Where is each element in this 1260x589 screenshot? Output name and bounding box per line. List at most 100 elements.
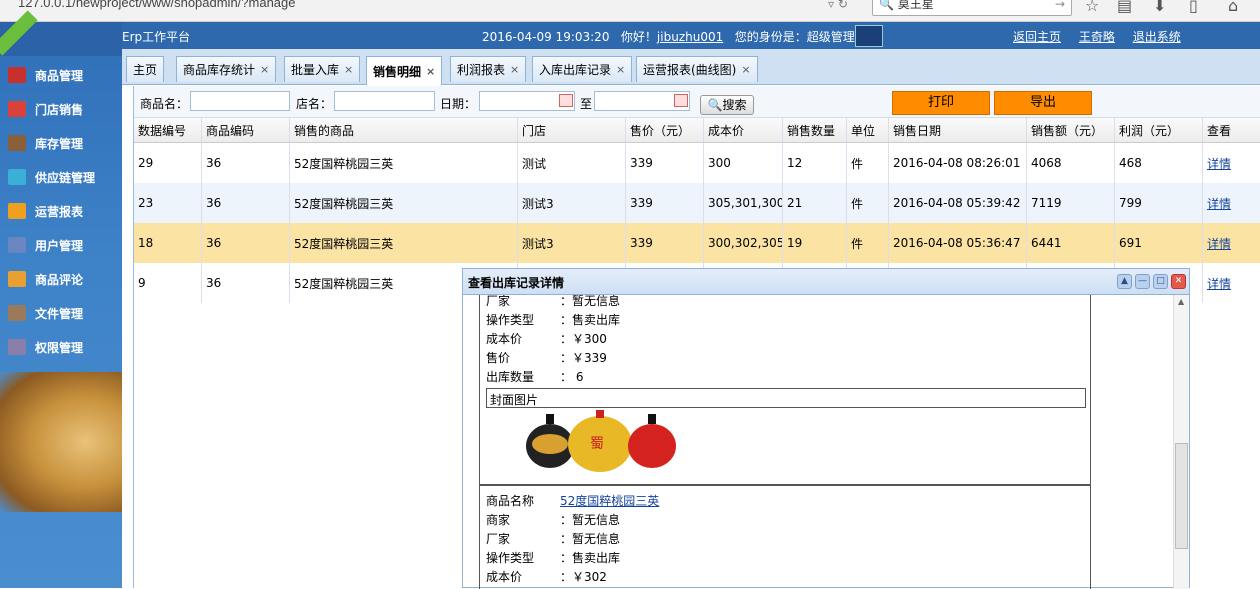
column-header[interactable]: 单位: [847, 118, 889, 142]
detail-link[interactable]: 详情: [1207, 195, 1231, 212]
table-cell: 691: [1115, 223, 1203, 263]
star-icon[interactable]: ☆: [1085, 0, 1099, 15]
column-header[interactable]: 查看: [1203, 118, 1260, 142]
profile-link[interactable]: 王奇略: [1079, 30, 1115, 44]
tab-label: 批量入库: [291, 63, 340, 77]
tab-bar: 主页 商品库存统计 × 批量入库 × 销售明细 × 利润报表 × 入库出库记录 × 运营报表(曲线图)…: [122, 49, 1260, 85]
reload-icon[interactable]: ▿ ↻: [828, 0, 848, 11]
bookmarks-icon[interactable]: ▤: [1117, 0, 1132, 15]
table-row[interactable]: 29 36 52度国粹桃园三英 测试 339 300 12 件 2016-04-08 08:26…: [134, 143, 1260, 183]
field-value: ：￥302: [560, 570, 607, 584]
comment-icon: [8, 271, 26, 287]
record-card: 商品名称 52度国粹桃园三英 商家 ：暂无信息 厂家 ：暂无信息 操作类型 ：售卖出库 成本价…: [479, 485, 1091, 589]
sidebar-item-label: 供应链管理: [35, 170, 96, 185]
tab[interactable]: 入库出库记录 ×: [532, 56, 633, 82]
search-button[interactable]: 🔍搜索: [700, 95, 754, 115]
close-tab-icon[interactable]: ×: [510, 63, 519, 76]
table-cell: 2016-04-08 08:26:01: [889, 143, 1027, 183]
role-text: 您的身份是：超级管理员: [734, 30, 867, 44]
calendar-icon[interactable]: [559, 94, 573, 107]
sidebar-item[interactable]: 商品管理: [8, 64, 120, 86]
column-header[interactable]: 商品编码: [202, 118, 290, 142]
table-cell: 36: [202, 223, 290, 263]
tab[interactable]: 利润报表 ×: [450, 56, 527, 82]
sidebar-item[interactable]: 门店销售: [8, 98, 120, 120]
sidebar-item[interactable]: 文件管理: [8, 302, 120, 324]
logout-link[interactable]: 退出系统: [1133, 30, 1181, 44]
close-tab-icon[interactable]: ×: [616, 63, 625, 76]
username-link[interactable]: jibuzhu001: [657, 30, 723, 44]
table-cell: 52度国粹桃园三英: [290, 143, 518, 183]
column-header[interactable]: 利润（元）: [1115, 118, 1203, 142]
table-cell: 36: [202, 183, 290, 223]
column-header[interactable]: 销售的商品: [290, 118, 518, 142]
table-cell: 测试3: [518, 183, 626, 223]
collapse-icon[interactable]: ▲: [1117, 274, 1132, 289]
scroll-up-icon[interactable]: ▲: [1178, 297, 1184, 306]
sidebar-item[interactable]: 库存管理: [8, 132, 120, 154]
print-button[interactable]: 打印: [892, 91, 990, 115]
scrollbar[interactable]: ▲: [1173, 295, 1189, 589]
tab[interactable]: 批量入库 ×: [284, 56, 361, 82]
product-name-input[interactable]: [190, 91, 290, 111]
column-header[interactable]: 成本价: [704, 118, 783, 142]
user-icon: [8, 237, 26, 253]
close-tab-icon[interactable]: ×: [260, 63, 269, 76]
magnifier-icon: 🔍: [707, 98, 723, 112]
detail-link[interactable]: 详情: [1207, 275, 1231, 292]
sidebar-item[interactable]: 供应链管理: [8, 166, 120, 188]
export-button[interactable]: 导出: [994, 91, 1092, 115]
close-tab-icon[interactable]: ×: [426, 65, 435, 78]
column-header[interactable]: 销售额（元）: [1027, 118, 1115, 142]
detail-link[interactable]: 详情: [1207, 235, 1231, 252]
scrollbar-thumb[interactable]: [1175, 443, 1188, 549]
table-cell: 件: [847, 223, 889, 263]
sidebar-item[interactable]: 商品评论: [8, 268, 120, 290]
tab[interactable]: 运营报表(曲线图) ×: [636, 56, 758, 82]
table-cell: 18: [134, 223, 202, 263]
close-tab-icon[interactable]: ×: [344, 63, 353, 76]
app-title: Erp工作平台: [122, 30, 191, 44]
tab-label: 商品库存统计: [183, 63, 256, 77]
column-header[interactable]: 销售数量: [783, 118, 847, 142]
sidebar-item-label: 库存管理: [35, 136, 84, 151]
field-row: 操作类型 ：售卖出库: [486, 549, 620, 566]
close-tab-icon[interactable]: ×: [741, 63, 750, 76]
calendar-icon[interactable]: [674, 94, 688, 107]
home-icon[interactable]: ⌂: [1228, 0, 1238, 15]
home-link[interactable]: 返回主页: [1013, 30, 1061, 44]
download-icon[interactable]: ⬇: [1153, 0, 1166, 15]
report-icon: [8, 203, 26, 219]
field-key: 售价: [486, 351, 511, 365]
field-row: 厂家 ：暂无信息: [486, 295, 620, 309]
tab[interactable]: 主页: [126, 56, 165, 82]
sidebar-item[interactable]: 运营报表: [8, 200, 120, 222]
address-bar[interactable]: 127.0.0.1/newproject/www/shopadmin/?mana…: [18, 0, 296, 10]
product-name-link[interactable]: 52度国粹桃园三英: [560, 492, 659, 509]
monitor-icon: [855, 25, 883, 47]
field-row: 出库数量 ： 6: [486, 368, 583, 385]
close-icon[interactable]: ✕: [1171, 274, 1186, 289]
table-cell: 2016-04-08 05:36:47: [889, 223, 1027, 263]
maximize-icon[interactable]: □: [1153, 274, 1168, 289]
sidebar-item[interactable]: 用户管理: [8, 234, 120, 256]
tab[interactable]: 销售明细 ×: [366, 56, 443, 85]
store-name-input[interactable]: [334, 91, 435, 111]
browser-search-input[interactable]: 🔍 莫王星 →: [872, 0, 1072, 16]
field-row: 厂家 ：暂无信息: [486, 530, 620, 547]
column-header[interactable]: 售价（元）: [626, 118, 704, 142]
field-value: ：售卖出库: [560, 551, 621, 565]
column-header[interactable]: 数据编号: [134, 118, 202, 142]
table-row[interactable]: 18 36 52度国粹桃园三英 测试3 339 300,302,305 19 件 2016-04…: [134, 223, 1260, 263]
table-row[interactable]: 23 36 52度国粹桃园三英 测试3 339 305,301,300 21 件 2016-04…: [134, 183, 1260, 223]
column-header[interactable]: 销售日期: [889, 118, 1027, 142]
goods-icon: [8, 67, 26, 83]
tab[interactable]: 商品库存统计 ×: [176, 56, 277, 82]
go-arrow-icon[interactable]: →: [1055, 0, 1065, 11]
page-icon[interactable]: ▯: [1189, 0, 1198, 15]
column-header[interactable]: 门店: [518, 118, 626, 142]
sidebar-item[interactable]: 权限管理: [8, 336, 120, 358]
detail-link[interactable]: 详情: [1207, 155, 1231, 172]
minimize-icon[interactable]: —: [1135, 274, 1150, 289]
wheat-banner-image: [0, 372, 122, 512]
